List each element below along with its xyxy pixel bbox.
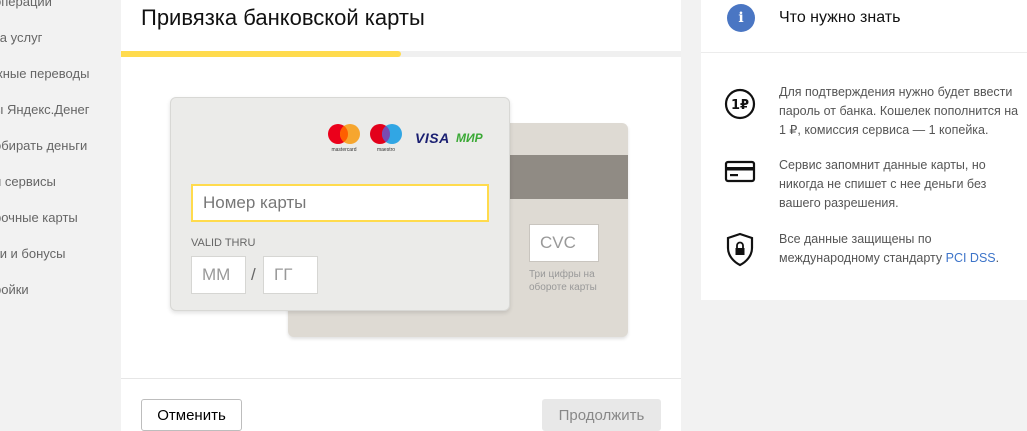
- info-panel: i Что нужно знать 1₽ Для подтверждения н…: [701, 0, 1027, 300]
- security-text: Все данные защищены по международному ст…: [779, 232, 946, 265]
- sidebar-item-services[interactable]: и сервисы: [0, 174, 56, 189]
- sidebar-nav: операции та услуг жные переводы ы Яндекс…: [0, 0, 120, 431]
- maestro-logo-icon: maestro: [369, 123, 403, 153]
- info-divider: [701, 52, 1027, 53]
- sidebar-item-services-payment[interactable]: та услуг: [0, 30, 42, 45]
- card-number-input[interactable]: [191, 184, 489, 222]
- security-text-end: .: [995, 251, 1000, 265]
- page-title: Привязка банковской карты: [141, 5, 425, 30]
- valid-thru-label: VALID THRU: [191, 237, 256, 249]
- cvc-input[interactable]: [529, 224, 599, 262]
- pci-dss-link[interactable]: PCI DSS: [946, 251, 996, 265]
- footer-divider: [121, 378, 681, 379]
- sidebar-item-cards[interactable]: рочные карты: [0, 210, 78, 225]
- card-binding-panel: Привязка банковской карты Три цифры на о…: [121, 0, 681, 431]
- mir-logo-icon: МИР: [456, 131, 483, 145]
- credit-card-icon: [723, 160, 757, 189]
- cancel-button[interactable]: Отменить: [141, 399, 242, 431]
- info-item-card-saved: Сервис запомнит данные карты, но никогда…: [779, 158, 987, 210]
- cvc-hint: Три цифры на обороте карты: [529, 269, 597, 293]
- mastercard-caption: mastercard: [331, 147, 357, 153]
- sidebar-item-yandex-money[interactable]: ы Яндекс.Денег: [0, 102, 89, 117]
- info-item-security: Все данные защищены по международному ст…: [779, 230, 1024, 268]
- expiry-year-input[interactable]: [263, 256, 318, 294]
- expiry-separator: /: [251, 265, 256, 284]
- continue-button[interactable]: Продолжить: [542, 399, 661, 431]
- sidebar-item-settings[interactable]: ройки: [0, 282, 29, 297]
- expiry-month-input[interactable]: [191, 256, 246, 294]
- svg-text:1₽: 1₽: [731, 98, 749, 113]
- sidebar-item-operations[interactable]: операции: [0, 0, 52, 9]
- card-front: mastercard maestro VISA МИР VALID THRU /: [170, 97, 510, 311]
- ruble-circle-icon: 1₽: [723, 87, 757, 126]
- mastercard-logo-icon: mastercard: [327, 123, 361, 153]
- maestro-caption: maestro: [376, 147, 396, 153]
- info-title: Что нужно знать: [779, 9, 901, 26]
- info-icon: i: [727, 4, 755, 32]
- progress-fill: [121, 51, 401, 57]
- sidebar-item-collect-money[interactable]: обирать деньги: [0, 138, 87, 153]
- progress-bar: [121, 51, 681, 57]
- shield-lock-icon: [723, 231, 757, 272]
- info-item-confirmation: Для подтверждения нужно будет ввести пар…: [779, 85, 1019, 137]
- sidebar-item-bonuses[interactable]: ки и бонусы: [0, 246, 66, 261]
- visa-logo-icon: VISA: [415, 130, 450, 146]
- sidebar-item-transfers[interactable]: жные переводы: [0, 66, 89, 81]
